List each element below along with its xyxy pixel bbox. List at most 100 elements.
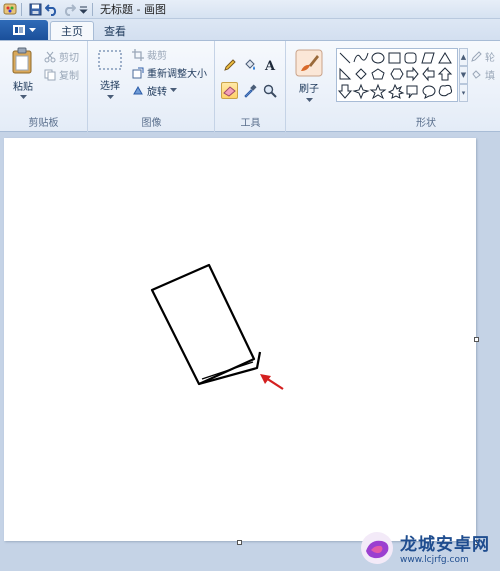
paint-app-icon[interactable]: [3, 2, 17, 16]
fill-tool[interactable]: [241, 56, 258, 73]
watermark-logo: [361, 531, 393, 564]
magnifier-icon: [263, 84, 277, 98]
outline-icon: [471, 51, 482, 62]
undo-icon[interactable]: [45, 3, 59, 16]
tools-group: A 工具: [216, 41, 286, 132]
redo-icon[interactable]: [62, 3, 76, 16]
image-group: 选择 裁剪 重新调整大小 旋转 图像: [89, 41, 215, 132]
polygon-shape-icon: [421, 52, 435, 64]
rounded-rectangle-shape-icon: [404, 52, 417, 64]
rectangular-callout-shape-icon: [406, 85, 418, 99]
select-icon: [98, 50, 122, 70]
drawing-canvas[interactable]: [4, 138, 476, 541]
color-picker-tool[interactable]: [241, 82, 258, 99]
resize-icon: [132, 67, 144, 78]
paste-icon: [12, 47, 32, 74]
tab-home[interactable]: 主页: [50, 21, 94, 40]
brushes-button[interactable]: 刷子: [292, 49, 326, 103]
workspace: 龙城安卓网 www.lcjrfg.com: [0, 132, 500, 571]
watermark-title: 龙城安卓网: [400, 535, 490, 555]
tools-group-label: 工具: [240, 118, 261, 129]
six-point-star-shape-icon: [387, 83, 405, 99]
chevron-down-icon: [19, 95, 27, 99]
oval-callout-shape-icon: [422, 85, 436, 99]
gallery-scroll-up-button[interactable]: ▲: [459, 48, 468, 66]
watermark: 龙城安卓网 www.lcjrfg.com: [360, 530, 490, 565]
title-bar: 无标题 - 画图: [0, 0, 500, 19]
shapes-gallery-scroll: ▲ ▼ ▾: [459, 48, 468, 102]
shape-fill-label: 填: [485, 71, 495, 82]
window-title: 无标题 - 画图: [100, 3, 166, 16]
text-tool[interactable]: A: [261, 56, 278, 73]
text-icon: A: [264, 59, 276, 72]
gallery-expand-button[interactable]: ▾: [459, 84, 468, 102]
up-arrow-shape-icon: [437, 67, 453, 81]
shape-outline-label: 轮: [485, 53, 495, 64]
copy-button[interactable]: 复制: [44, 67, 79, 82]
ribbon-tabs: 主页 查看: [0, 19, 500, 40]
five-point-star-shape-icon: [369, 83, 387, 100]
brushes-label: 刷子: [299, 84, 319, 95]
color-picker-icon: [243, 83, 257, 98]
shape-outline-button[interactable]: 轮: [471, 49, 495, 64]
resize-button[interactable]: 重新调整大小: [132, 65, 207, 80]
shapes-gallery: [336, 48, 458, 102]
resize-label: 重新调整大小: [147, 69, 207, 80]
crop-button[interactable]: 裁剪: [132, 47, 167, 62]
pencil-tool[interactable]: [221, 56, 238, 73]
pentagon-shape-icon: [371, 68, 385, 80]
separator: [92, 2, 93, 16]
chevron-down-icon: [28, 27, 36, 32]
curve-shape-icon: [353, 52, 369, 63]
watermark-url: www.lcjrfg.com: [400, 555, 469, 565]
paste-label: 粘贴: [13, 82, 33, 93]
copy-label: 复制: [59, 71, 79, 82]
shape-fill-button[interactable]: 填: [471, 67, 495, 82]
chevron-down-icon: [305, 98, 313, 102]
right-arrow-shape-icon: [406, 66, 419, 82]
magnifier-tool[interactable]: [261, 82, 278, 99]
file-menu-icon: [12, 25, 25, 35]
shapes-group-label: 形状: [416, 118, 436, 129]
oval-shape-icon: [371, 52, 385, 64]
canvas-resize-handle-right[interactable]: [474, 337, 479, 342]
red-arrow-shaft: [265, 377, 284, 390]
right-triangle-shape-icon: [339, 67, 352, 80]
gallery-scroll-down-button[interactable]: ▼: [459, 66, 468, 84]
crop-icon: [132, 48, 144, 61]
triangle-shape-icon: [438, 52, 452, 64]
hexagon-shape-icon: [390, 68, 404, 80]
separator: [21, 2, 22, 16]
customize-toolbar-icon[interactable]: [79, 5, 88, 14]
fill-icon: [472, 70, 481, 79]
rotate-button[interactable]: 旋转: [132, 83, 177, 98]
crop-label: 裁剪: [147, 51, 167, 62]
image-group-label: 图像: [141, 118, 162, 129]
brushes-group: 刷子: [287, 41, 331, 132]
pencil-icon: [223, 58, 236, 71]
clipboard-group-label: 剪贴板: [28, 118, 59, 129]
select-button[interactable]: 选择: [95, 49, 125, 100]
shapes-gallery-icons: [337, 52, 453, 100]
save-icon[interactable]: [29, 3, 42, 16]
four-point-star-shape-icon: [352, 83, 370, 100]
brush-icon: [295, 49, 323, 77]
drawing-content: [150, 263, 284, 390]
cloud-callout-shape-icon: [438, 84, 453, 97]
paste-button[interactable]: 粘贴: [8, 47, 38, 100]
paint-bucket-icon: [244, 58, 255, 70]
diamond-shape-icon: [355, 68, 367, 80]
ribbon: 粘贴 剪切 复制 剪贴板 选择 裁剪 重新调整大小 旋转 图像 A 工具 刷子 …: [0, 40, 500, 132]
canvas-resize-handle-bottom[interactable]: [237, 540, 242, 545]
line-shape-icon: [339, 52, 351, 64]
tab-view[interactable]: 查看: [94, 21, 136, 40]
file-menu-button[interactable]: [0, 20, 48, 40]
chevron-down-icon: [170, 88, 177, 92]
eraser-tool[interactable]: [221, 82, 238, 99]
copy-icon: [44, 69, 56, 80]
cut-button[interactable]: 剪切: [44, 49, 79, 64]
scissors-icon: [44, 51, 56, 62]
svg-text:A: A: [264, 59, 276, 72]
cut-label: 剪切: [59, 53, 79, 64]
select-label: 选择: [100, 81, 120, 92]
